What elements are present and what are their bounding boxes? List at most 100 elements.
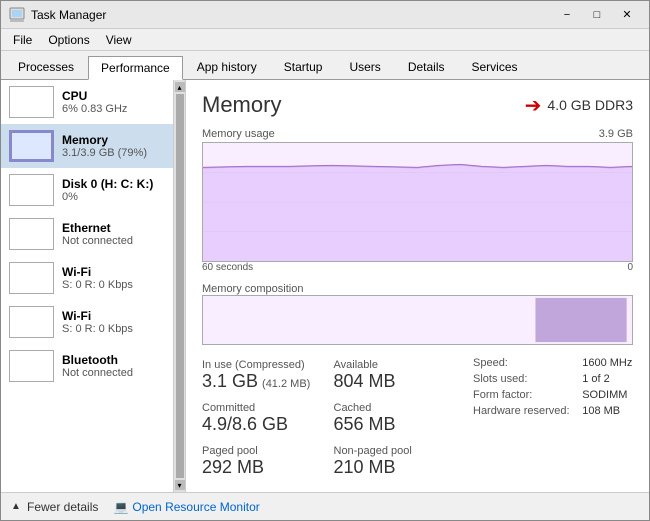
maximize-button[interactable]: □ bbox=[583, 5, 611, 25]
chart-bottom-left: 60 seconds bbox=[202, 262, 253, 273]
cpu-thumbnail bbox=[9, 86, 54, 118]
comp-chart-section: Memory composition bbox=[202, 281, 633, 345]
stat-cached-label: Cached bbox=[334, 402, 456, 414]
usage-chart bbox=[202, 142, 633, 262]
memory-type-row: ➔ 4.0 GB DDR3 bbox=[525, 93, 633, 118]
cpu-info: CPU 6% 0.83 GHz bbox=[62, 89, 165, 115]
slots-value: 1 of 2 bbox=[582, 373, 633, 385]
arrow-icon: ➔ bbox=[525, 93, 542, 118]
stat-nonpaged-label: Non-paged pool bbox=[334, 445, 456, 457]
wifi2-name: Wi-Fi bbox=[62, 309, 165, 323]
memory-info: Memory 3.1/3.9 GB (79%) bbox=[62, 133, 165, 159]
disk-info: Disk 0 (H: C: K:) 0% bbox=[62, 177, 165, 203]
right-stats-grid: Speed: 1600 MHz Slots used: 1 of 2 Form … bbox=[473, 357, 633, 419]
sidebar-item-wifi2[interactable]: Wi-Fi S: 0 R: 0 Kbps bbox=[1, 300, 173, 344]
chart-bottom-labels: 60 seconds 0 bbox=[202, 262, 633, 273]
wifi2-thumbnail bbox=[9, 306, 54, 338]
title-bar-left: Task Manager bbox=[9, 7, 106, 23]
sidebar-item-memory[interactable]: Memory 3.1/3.9 GB (79%) bbox=[1, 124, 173, 168]
sidebar-items: CPU 6% 0.83 GHz Memory 3.1/3.9 GB (79%) bbox=[1, 80, 173, 492]
title-bar: Task Manager − □ ✕ bbox=[1, 1, 649, 29]
scroll-up-arrow[interactable]: ▴ bbox=[175, 82, 185, 92]
form-value: SODIMM bbox=[582, 389, 633, 401]
bluetooth-thumbnail bbox=[9, 350, 54, 382]
stat-in-use-row: 3.1 GB (41.2 MB) bbox=[202, 371, 324, 392]
usage-chart-section: Memory usage 3.9 GB 60 seconds bbox=[202, 128, 633, 273]
tab-performance[interactable]: Performance bbox=[88, 56, 183, 80]
ethernet-info: Ethernet Not connected bbox=[62, 221, 165, 247]
wifi2-sub: S: 0 R: 0 Kbps bbox=[62, 323, 165, 335]
tab-startup[interactable]: Startup bbox=[271, 55, 336, 79]
sidebar-item-disk[interactable]: Disk 0 (H: C: K:) 0% bbox=[1, 168, 173, 212]
usage-chart-right: 3.9 GB bbox=[599, 128, 633, 142]
stat-committed: Committed 4.9/8.6 GB bbox=[202, 398, 332, 439]
wifi1-name: Wi-Fi bbox=[62, 265, 165, 279]
scroll-down-arrow[interactable]: ▾ bbox=[175, 480, 185, 490]
stat-available-value: 804 MB bbox=[334, 371, 456, 392]
right-stats: Speed: 1600 MHz Slots used: 1 of 2 Form … bbox=[473, 355, 633, 482]
cpu-sub: 6% 0.83 GHz bbox=[62, 103, 165, 115]
window-controls: − □ ✕ bbox=[553, 5, 641, 25]
sidebar-item-bluetooth[interactable]: Bluetooth Not connected bbox=[1, 344, 173, 388]
wifi2-info: Wi-Fi S: 0 R: 0 Kbps bbox=[62, 309, 165, 335]
sidebar-scroll-wrapper: CPU 6% 0.83 GHz Memory 3.1/3.9 GB (79%) bbox=[1, 80, 185, 492]
close-button[interactable]: ✕ bbox=[613, 5, 641, 25]
cpu-bars bbox=[10, 87, 21, 117]
tab-bar: Processes Performance App history Startu… bbox=[1, 51, 649, 80]
stat-committed-label: Committed bbox=[202, 402, 324, 414]
ethernet-sub: Not connected bbox=[62, 235, 165, 247]
stat-in-use-value: 3.1 GB bbox=[202, 371, 258, 392]
bluetooth-name: Bluetooth bbox=[62, 353, 165, 367]
chart-bottom-right: 0 bbox=[627, 262, 633, 273]
stat-available-label: Available bbox=[334, 359, 456, 371]
speed-value: 1600 MHz bbox=[582, 357, 633, 369]
bottom-bar: ▲ Fewer details 💻 Open Resource Monitor bbox=[1, 492, 649, 520]
wifi1-bars bbox=[10, 263, 19, 293]
memory-sub: 3.1/3.9 GB (79%) bbox=[62, 147, 165, 159]
slots-label: Slots used: bbox=[473, 373, 570, 387]
menu-view[interactable]: View bbox=[98, 31, 140, 49]
sidebar-item-wifi1[interactable]: Wi-Fi S: 0 R: 0 Kbps bbox=[1, 256, 173, 300]
stat-nonpaged: Non-paged pool 210 MB bbox=[334, 441, 464, 482]
hw-label: Hardware reserved: bbox=[473, 405, 570, 419]
speed-label: Speed: bbox=[473, 357, 570, 371]
stat-committed-value: 4.9/8.6 GB bbox=[202, 414, 324, 435]
stat-paged-label: Paged pool bbox=[202, 445, 324, 457]
sidebar-item-cpu[interactable]: CPU 6% 0.83 GHz bbox=[1, 80, 173, 124]
stat-paged: Paged pool 292 MB bbox=[202, 441, 332, 482]
fewer-details-button[interactable]: ▲ Fewer details bbox=[9, 500, 98, 514]
bluetooth-info: Bluetooth Not connected bbox=[62, 353, 165, 379]
tab-processes[interactable]: Processes bbox=[5, 55, 87, 79]
comp-chart bbox=[202, 295, 633, 345]
stat-paged-value: 292 MB bbox=[202, 457, 324, 478]
main-title: Memory bbox=[202, 92, 281, 118]
minimize-button[interactable]: − bbox=[553, 5, 581, 25]
comp-chart-label: Memory composition bbox=[202, 283, 303, 295]
sidebar-scrollbar[interactable]: ▴ ▾ bbox=[173, 80, 185, 492]
cpu-name: CPU bbox=[62, 89, 165, 103]
stat-cached-value: 656 MB bbox=[334, 414, 456, 435]
menu-file[interactable]: File bbox=[5, 31, 40, 49]
main-panel: Memory ➔ 4.0 GB DDR3 Memory usage 3.9 GB bbox=[186, 80, 649, 492]
main-content: CPU 6% 0.83 GHz Memory 3.1/3.9 GB (79%) bbox=[1, 80, 649, 492]
memory-name: Memory bbox=[62, 133, 165, 147]
stat-in-use-sub: (41.2 MB) bbox=[262, 378, 310, 390]
taskmanager-icon bbox=[9, 7, 25, 23]
stats-grid: In use (Compressed) 3.1 GB (41.2 MB) Ava… bbox=[202, 355, 463, 482]
main-title-row: Memory ➔ 4.0 GB DDR3 bbox=[202, 92, 633, 118]
disk-name: Disk 0 (H: C: K:) bbox=[62, 177, 165, 191]
tab-details[interactable]: Details bbox=[395, 55, 458, 79]
menu-options[interactable]: Options bbox=[40, 31, 97, 49]
stat-cached: Cached 656 MB bbox=[334, 398, 464, 439]
open-resource-monitor-button[interactable]: 💻 Open Resource Monitor bbox=[114, 500, 259, 514]
usage-chart-svg bbox=[203, 143, 632, 261]
sidebar-item-ethernet[interactable]: Ethernet Not connected bbox=[1, 212, 173, 256]
sidebar: CPU 6% 0.83 GHz Memory 3.1/3.9 GB (79%) bbox=[1, 80, 186, 492]
ethernet-name: Ethernet bbox=[62, 221, 165, 235]
tab-users[interactable]: Users bbox=[336, 55, 393, 79]
memory-box bbox=[10, 131, 53, 161]
scroll-thumb[interactable] bbox=[176, 94, 184, 478]
bluetooth-sub: Not connected bbox=[62, 367, 165, 379]
tab-services[interactable]: Services bbox=[459, 55, 531, 79]
tab-app-history[interactable]: App history bbox=[184, 55, 270, 79]
